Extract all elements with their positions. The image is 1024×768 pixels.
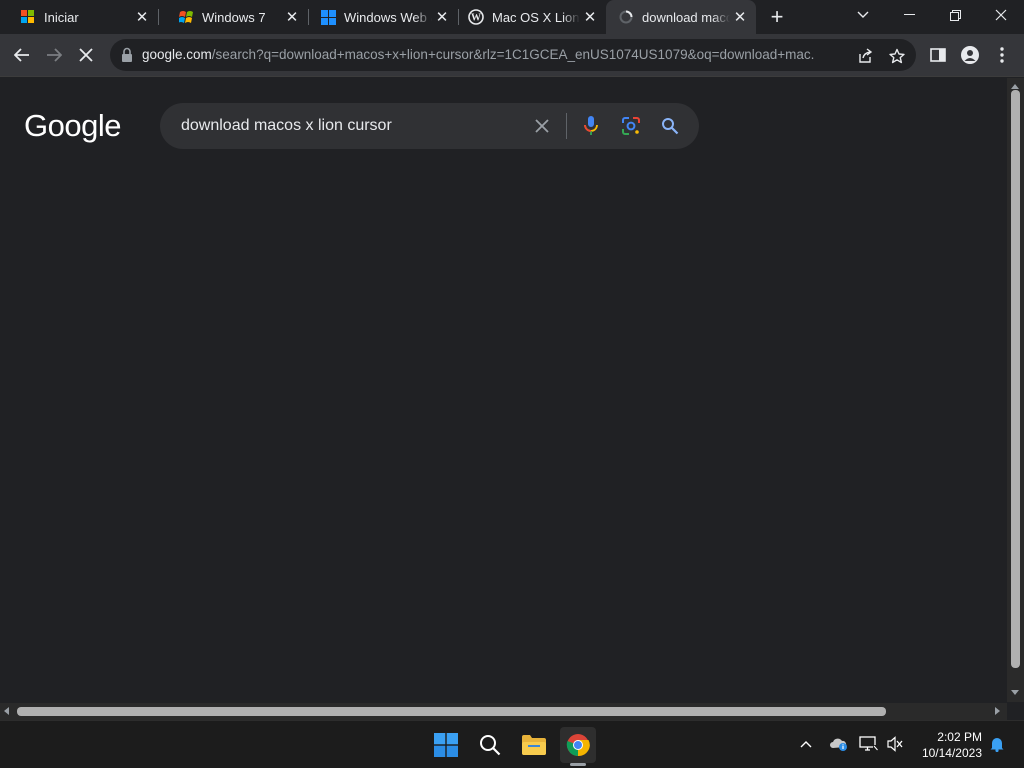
- taskbar: 2:02 PM 10/14/2023: [0, 720, 1024, 768]
- volume-tray-button[interactable]: [884, 733, 906, 755]
- loading-icon: [618, 9, 634, 25]
- chevron-down-icon: [857, 11, 869, 18]
- chrome-taskbar-button[interactable]: [560, 727, 596, 763]
- forward-button[interactable]: [39, 40, 69, 70]
- search-submit-icon[interactable]: [658, 114, 682, 138]
- stop-loading-button[interactable]: [71, 40, 101, 70]
- tab-google-search[interactable]: download macos x lion cursor ✕: [606, 0, 756, 34]
- lock-icon[interactable]: [120, 47, 134, 63]
- tab-iniciar[interactable]: Iniciar ✕: [0, 0, 158, 34]
- system-clock[interactable]: 2:02 PM 10/14/2023: [910, 729, 982, 761]
- voice-search-icon[interactable]: [579, 114, 603, 138]
- tab-windows-7[interactable]: Windows 7 ✕: [158, 0, 308, 34]
- restore-button[interactable]: [932, 0, 978, 30]
- show-hidden-icons-button[interactable]: [795, 733, 817, 755]
- clock-date: 10/14/2023: [921, 746, 982, 760]
- google-logo[interactable]: Google: [24, 108, 121, 144]
- file-explorer-button[interactable]: [516, 727, 552, 763]
- scrollbar-corner: [1007, 703, 1024, 720]
- menu-button[interactable]: [987, 40, 1017, 70]
- windows7-flag-icon: [178, 9, 194, 25]
- search-divider: [566, 113, 567, 139]
- back-arrow-icon: [14, 48, 29, 62]
- active-app-indicator: [570, 763, 586, 766]
- side-panel-icon: [930, 48, 946, 62]
- search-icon: [480, 735, 501, 756]
- onedrive-tray-button[interactable]: [828, 733, 850, 755]
- svg-text:W: W: [471, 13, 481, 24]
- tab-search-button[interactable]: [840, 0, 886, 30]
- folder-icon: [522, 735, 546, 755]
- vertical-scrollbar[interactable]: [1007, 78, 1024, 702]
- bell-icon: [990, 738, 1004, 752]
- new-tab-button[interactable]: +: [765, 4, 789, 29]
- stop-icon: [79, 48, 93, 62]
- close-tab-icon[interactable]: ✕: [730, 7, 750, 27]
- wordpress-icon: W: [468, 9, 484, 25]
- speaker-muted-icon: [887, 736, 903, 752]
- horizontal-scroll-thumb[interactable]: [17, 707, 886, 716]
- tab-title: Windows 7: [202, 9, 266, 25]
- taskbar-search-button[interactable]: [472, 727, 508, 763]
- scroll-right-arrow-icon[interactable]: [995, 707, 1000, 715]
- profile-avatar-icon: [961, 46, 979, 64]
- close-tab-icon[interactable]: ✕: [580, 7, 600, 27]
- share-icon[interactable]: [854, 45, 876, 67]
- profile-button[interactable]: [955, 40, 985, 70]
- browser-toolbar: google.com/search?q=download+macos+x+lio…: [0, 34, 1024, 77]
- close-icon: [995, 9, 1007, 21]
- minimize-icon: [903, 14, 915, 15]
- horizontal-scrollbar[interactable]: [0, 703, 1007, 720]
- tab-title: Mac OS X Lion Cursor: [492, 9, 580, 25]
- cloud-info-icon: [830, 738, 847, 751]
- tab-title: Iniciar: [44, 9, 79, 25]
- close-tab-icon[interactable]: ✕: [432, 7, 452, 27]
- windows-flag-icon: [20, 9, 36, 25]
- start-button[interactable]: [428, 727, 464, 763]
- search-input[interactable]: download macos x lion cursor: [181, 117, 392, 135]
- network-tray-button[interactable]: [858, 733, 880, 755]
- tab-title: Windows Web & Mobile: [344, 9, 432, 25]
- address-bar[interactable]: google.com/search?q=download+macos+x+lio…: [110, 39, 916, 71]
- kebab-menu-icon: [1000, 47, 1004, 63]
- tab-title: download macos x lion cursor: [642, 9, 730, 25]
- clear-search-icon[interactable]: [530, 114, 554, 138]
- clock-time: 2:02 PM: [937, 730, 982, 744]
- chrome-icon: [566, 734, 590, 757]
- scroll-down-arrow-icon[interactable]: [1011, 690, 1019, 695]
- close-tab-icon[interactable]: ✕: [132, 7, 152, 27]
- url-text[interactable]: google.com/search?q=download+macos+x+lio…: [142, 47, 814, 62]
- url-path: /search?q=download+macos+x+lion+cursor&r…: [211, 47, 814, 62]
- monitor-network-icon: [859, 736, 878, 751]
- url-host: google.com: [142, 47, 212, 62]
- bookmark-star-icon[interactable]: [886, 45, 908, 67]
- vertical-scroll-thumb[interactable]: [1011, 90, 1020, 668]
- search-box[interactable]: download macos x lion cursor: [160, 103, 699, 149]
- page-content: Google download macos x lion cursor: [0, 78, 1007, 702]
- notifications-button[interactable]: [986, 733, 1008, 755]
- windows-logo-icon: [320, 9, 336, 25]
- close-tab-icon[interactable]: ✕: [282, 7, 302, 27]
- close-window-button[interactable]: [978, 0, 1024, 30]
- forward-arrow-icon: [47, 48, 62, 62]
- minimize-button[interactable]: [886, 0, 932, 30]
- side-panel-button[interactable]: [923, 40, 953, 70]
- scroll-up-arrow-icon[interactable]: [1011, 84, 1019, 89]
- back-button[interactable]: [7, 40, 37, 70]
- chevron-up-icon: [800, 741, 812, 748]
- restore-icon: [949, 9, 961, 21]
- windows-start-icon: [434, 733, 458, 757]
- tab-mac-os-x-lion[interactable]: W Mac OS X Lion Cursor ✕: [458, 0, 606, 34]
- tab-strip: Iniciar ✕ Windows 7 ✕ Windows Web & Mobi…: [0, 0, 1024, 34]
- lens-search-icon[interactable]: [619, 114, 643, 138]
- tab-windows-web[interactable]: Windows Web & Mobile ✕: [308, 0, 458, 34]
- scroll-left-arrow-icon[interactable]: [4, 707, 9, 715]
